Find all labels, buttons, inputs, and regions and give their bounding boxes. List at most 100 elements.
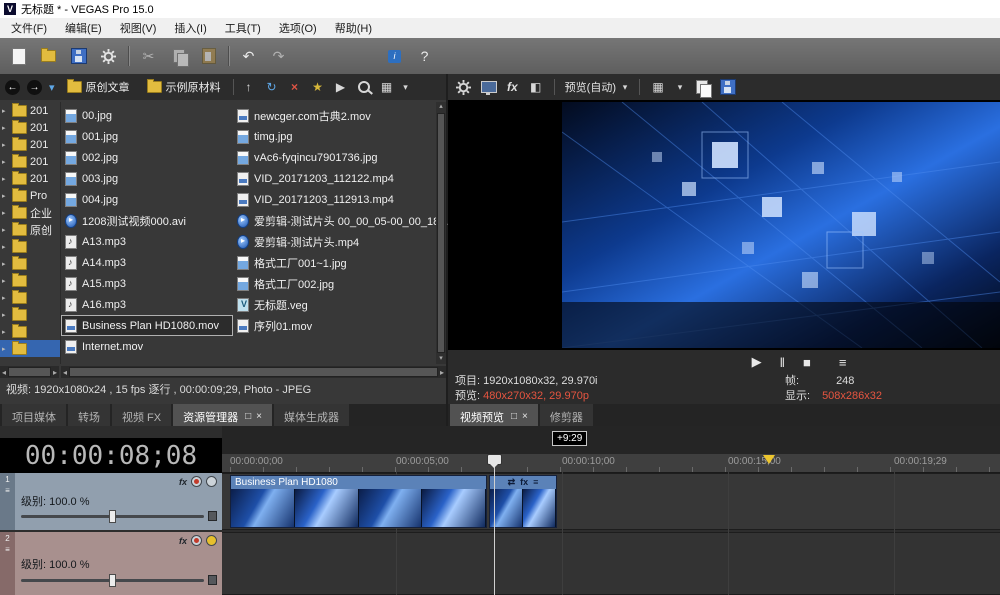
event-pan-crop-icon[interactable]: ⇄	[508, 476, 516, 489]
scrollbar-thumb[interactable]	[69, 367, 438, 377]
tree-folder-item[interactable]: ▸ 201	[0, 136, 60, 153]
tab-close-icon[interactable]: ×	[522, 411, 528, 422]
project-video-properties-icon[interactable]	[455, 79, 471, 95]
slider-endbox[interactable]	[208, 511, 217, 521]
time-ruler[interactable]: 00:00:00;00 00:00:05;00 00:00:10;00 00:00:1…	[222, 454, 1000, 473]
tree-folder-item[interactable]: ▸	[0, 340, 60, 357]
tree-folder-item[interactable]: ▸ 企业	[0, 204, 60, 221]
expand-arrow-icon[interactable]: ▸	[2, 277, 9, 285]
file-item[interactable]: A16.mp3	[61, 294, 233, 315]
menu-item[interactable]: 文件(F)	[2, 18, 56, 38]
save-snapshot-icon[interactable]	[720, 79, 736, 95]
scroll-left-icon[interactable]: ◂	[0, 368, 8, 377]
file-item[interactable]: 格式工厂001~1.jpg	[233, 252, 454, 273]
file-item[interactable]: 004.jpg	[61, 189, 233, 210]
file-item[interactable]: Internet.mov	[61, 336, 233, 357]
menu-item[interactable]: 工具(T)	[216, 18, 270, 38]
file-item[interactable]: 格式工厂002.jpg	[233, 273, 454, 294]
scroll-up-icon[interactable]: ▴	[437, 102, 445, 112]
expand-arrow-icon[interactable]: ▸	[2, 294, 9, 302]
undo-icon[interactable]: ↶	[238, 46, 259, 67]
tree-horizontal-scrollbar[interactable]: ◂ ▸	[0, 366, 59, 378]
expand-arrow-icon[interactable]: ▸	[2, 141, 9, 149]
track-2-header[interactable]: 2 ≡ fx 级别: 100.0 %	[0, 532, 222, 595]
event-segment-2[interactable]: ⇄ fx ≡	[489, 475, 557, 528]
video-preview-area[interactable]	[448, 100, 1000, 350]
preview-quality-dropdown[interactable]: 预览(自动) ▾	[565, 79, 629, 95]
track-solo-button[interactable]	[206, 535, 217, 546]
tree-folder-item[interactable]: ▸	[0, 289, 60, 306]
scroll-right-icon[interactable]: ▸	[51, 368, 59, 377]
pause-button[interactable]: ‖	[780, 355, 785, 370]
file-item[interactable]: 002.jpg	[61, 147, 233, 168]
paste-icon[interactable]	[198, 46, 219, 67]
marker-bar[interactable]	[222, 426, 1000, 455]
tree-folder-item[interactable]: ▸	[0, 238, 60, 255]
expand-arrow-icon[interactable]: ▸	[2, 328, 9, 336]
views-dropdown-icon[interactable]: ▾	[402, 82, 410, 93]
tree-folder-item[interactable]: ▸ 201	[0, 170, 60, 187]
expand-arrow-icon[interactable]: ▸	[2, 226, 9, 234]
scroll-left-icon[interactable]: ◂	[61, 368, 69, 377]
slider-handle[interactable]	[108, 510, 116, 523]
file-item[interactable]: VID_20171203_112122.mp4	[233, 168, 454, 189]
panel-tab[interactable]: 视频 FX □ ×	[112, 404, 172, 426]
panel-tab[interactable]: 资源管理器 □ ×	[173, 404, 273, 426]
track-fx-icon[interactable]: fx	[179, 477, 187, 487]
tree-folder-item[interactable]: ▸	[0, 255, 60, 272]
split-screen-view-icon[interactable]: ◧	[528, 80, 544, 94]
expand-arrow-icon[interactable]: ▸	[2, 107, 9, 115]
track-2-lane[interactable]	[222, 532, 1000, 595]
new-project-icon[interactable]	[8, 46, 29, 67]
refresh-icon[interactable]: ↻	[264, 80, 280, 94]
favorites-icon[interactable]: ★	[310, 80, 326, 94]
file-item[interactable]: Business Plan HD1080.mov	[61, 315, 233, 336]
video-output-fx-icon[interactable]: fx	[507, 80, 518, 94]
expand-arrow-icon[interactable]: ▸	[2, 124, 9, 132]
folder-up-icon[interactable]: ↑	[241, 80, 257, 94]
tree-folder-item[interactable]: ▸	[0, 306, 60, 323]
file-item[interactable]: 无标题.veg	[233, 294, 454, 315]
file-item[interactable]: timg.jpg	[233, 126, 454, 147]
search-icon[interactable]	[356, 81, 372, 93]
start-preview-icon[interactable]: ▶	[333, 80, 349, 94]
file-item[interactable]: A14.mp3	[61, 252, 233, 273]
file-item[interactable]: 003.jpg	[61, 168, 233, 189]
menu-item[interactable]: 帮助(H)	[326, 18, 381, 38]
save-project-icon[interactable]	[68, 46, 89, 67]
tab-float-icon[interactable]: □	[245, 411, 251, 422]
track-fx-icon[interactable]: fx	[179, 536, 187, 546]
tree-folder-item[interactable]: ▸ 201	[0, 153, 60, 170]
grid-dropdown-icon[interactable]: ▾	[676, 82, 684, 93]
panel-tab[interactable]: 媒体生成器 □ ×	[274, 404, 350, 426]
file-item[interactable]: VID_20171203_112913.mp4	[233, 189, 454, 210]
file-list-horizontal-scrollbar[interactable]: ◂ ▸	[61, 366, 446, 378]
scrollbar-thumb[interactable]	[437, 113, 445, 353]
event-fx-icon[interactable]: fx	[520, 476, 528, 489]
menu-item[interactable]: 视图(V)	[111, 18, 166, 38]
track-level-slider[interactable]	[21, 574, 217, 587]
track-mute-button[interactable]	[191, 535, 202, 546]
expand-arrow-icon[interactable]: ▸	[2, 192, 9, 200]
track-1-grip[interactable]: 1 ≡	[0, 473, 15, 530]
file-item[interactable]: A15.mp3	[61, 273, 233, 294]
file-item[interactable]: newcger.com古典2.mov	[233, 105, 454, 126]
stop-button[interactable]: ■	[803, 355, 811, 370]
tree-folder-item[interactable]: ▸ 原创	[0, 221, 60, 238]
track-menu-icon[interactable]: ≡	[5, 487, 10, 495]
event-menu-icon[interactable]: ≡	[533, 476, 538, 489]
expand-arrow-icon[interactable]: ▸	[2, 345, 9, 353]
track-1-header[interactable]: 1 ≡ fx 级别: 100.0 %	[0, 473, 222, 530]
playhead-grabber[interactable]	[487, 454, 502, 468]
back-button[interactable]: ←	[5, 79, 20, 95]
dock-menu-icon[interactable]: ▾	[49, 81, 55, 94]
tree-folder-item[interactable]: ▸ 201	[0, 119, 60, 136]
expand-arrow-icon[interactable]: ▸	[2, 209, 9, 217]
file-item[interactable]: 序列01.mov	[233, 315, 454, 336]
track-level-slider[interactable]	[21, 510, 217, 523]
track-2-grip[interactable]: 2 ≡	[0, 532, 15, 595]
playhead-line[interactable]	[494, 462, 495, 595]
tree-folder-item[interactable]: ▸ Pro	[0, 187, 60, 204]
timecode-display[interactable]: 00:00:08;08	[0, 438, 222, 474]
file-list-vertical-scrollbar[interactable]: ▴ ▾	[436, 102, 446, 364]
